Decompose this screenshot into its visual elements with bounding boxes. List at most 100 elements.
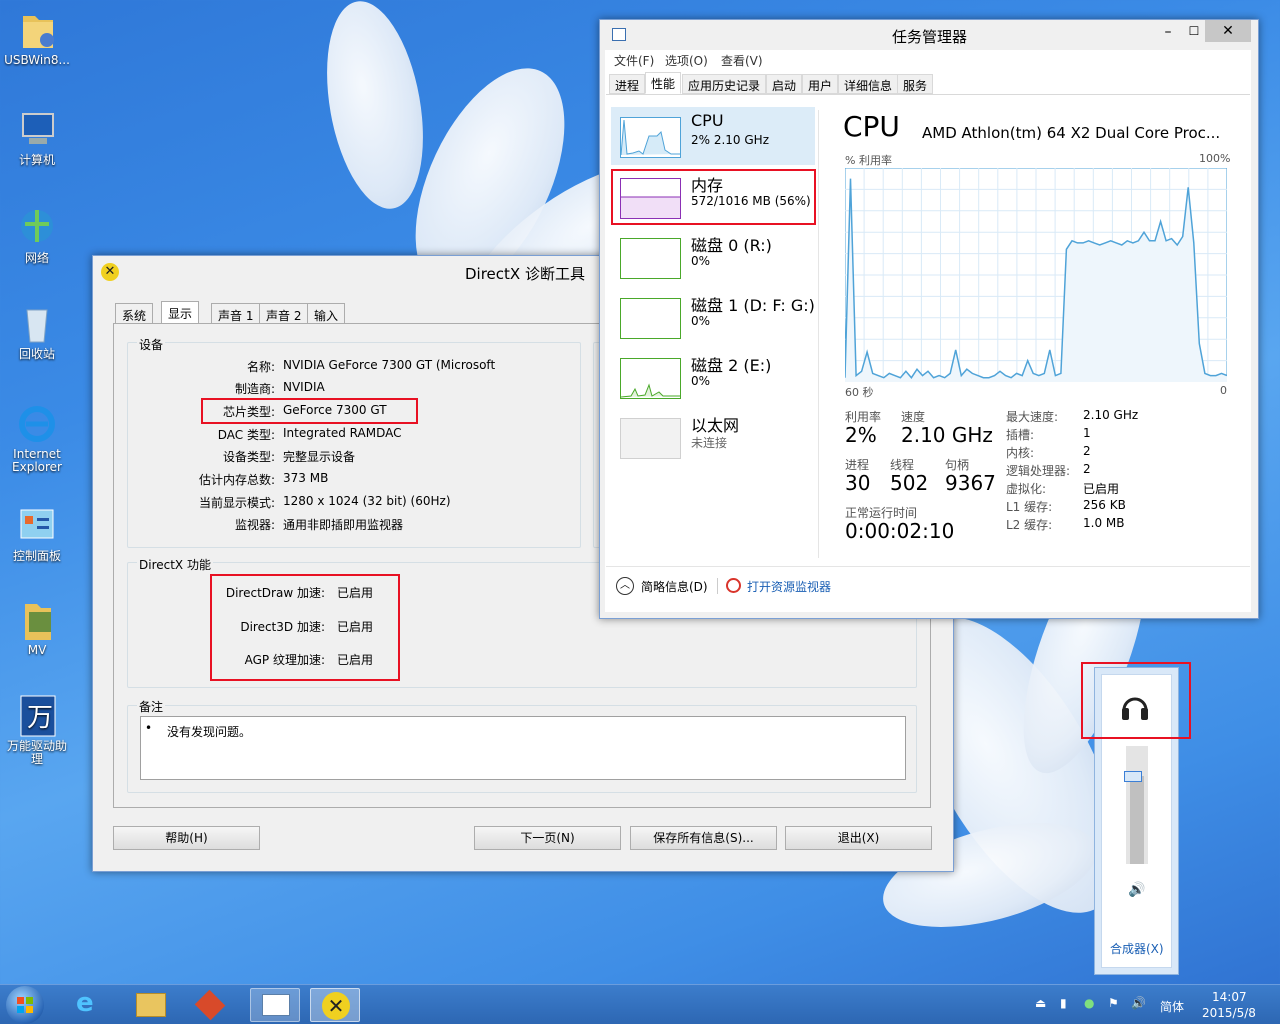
spec-value: 1 bbox=[1083, 426, 1091, 440]
row-value: 373 MB bbox=[283, 471, 329, 485]
graph-ylabel: % 利用率 bbox=[845, 154, 892, 167]
notes-group-label: 备注 bbox=[137, 698, 166, 715]
tray-device-icon[interactable]: ▮ bbox=[1060, 996, 1067, 1010]
handles-value: 9367 bbox=[945, 471, 996, 495]
menu-options[interactable]: 选项(O) bbox=[665, 52, 708, 69]
spec-value: 256 KB bbox=[1083, 498, 1126, 512]
desktop-icon-network[interactable]: 网络 bbox=[4, 206, 70, 265]
folder-icon bbox=[17, 598, 57, 642]
directx-logo-icon: ✕ bbox=[101, 263, 119, 281]
internet-explorer-icon bbox=[17, 402, 57, 446]
tab-performance[interactable]: 性能 bbox=[645, 72, 682, 94]
ethernet-thumbnail bbox=[620, 418, 681, 459]
volume-slider-thumb[interactable] bbox=[1124, 770, 1142, 782]
computer-icon bbox=[17, 108, 57, 152]
tray-flag-icon[interactable]: ⚑ bbox=[1108, 996, 1119, 1010]
window-title: 任务管理器 bbox=[892, 28, 968, 46]
clock-time[interactable]: 14:07 bbox=[1212, 990, 1247, 1004]
speaker-icon[interactable]: 🔊 bbox=[1128, 882, 1145, 898]
tab-input[interactable]: 输入 bbox=[307, 303, 346, 323]
desktop-icon-recycle-bin[interactable]: 回收站 bbox=[4, 302, 70, 361]
clock-date[interactable]: 2015/5/8 bbox=[1202, 1006, 1256, 1020]
taskbar-app-button[interactable] bbox=[186, 988, 236, 1022]
sidebar-item-ethernet[interactable]: 以太网 未连接 bbox=[611, 408, 815, 466]
sidebar-item-disk-1[interactable]: 磁盘 1 (D: F: G:) 0% bbox=[611, 288, 815, 346]
desktop-icon-driver-assistant[interactable]: 万 万能驱动助理 bbox=[4, 694, 70, 766]
cpu-heading: CPU bbox=[843, 110, 900, 143]
tab-display[interactable]: 显示 bbox=[161, 301, 200, 323]
desktop-icon-usbwin8[interactable]: USBWin8... bbox=[4, 8, 70, 67]
desktop-icon-computer[interactable]: 计算机 bbox=[4, 108, 70, 167]
maximize-icon[interactable]: ☐ bbox=[1184, 24, 1204, 38]
spec-label: L2 缓存: bbox=[1006, 518, 1053, 532]
directx-logo-icon: ✕ bbox=[322, 992, 350, 1020]
driver-assistant-icon: 万 bbox=[17, 694, 57, 738]
cpu-usage-graph bbox=[845, 168, 1227, 382]
sidebar-item-disk-2[interactable]: 磁盘 2 (E:) 0% bbox=[611, 348, 815, 406]
speed-value: 2.10 GHz bbox=[901, 423, 993, 447]
pane-divider bbox=[818, 110, 819, 558]
window-title: DirectX 诊断工具 bbox=[465, 265, 585, 283]
tab-details[interactable]: 详细信息 bbox=[838, 74, 899, 94]
input-language[interactable]: 简体 bbox=[1160, 998, 1184, 1015]
row-value: NVIDIA bbox=[283, 380, 325, 394]
sidebar-item-cpu[interactable]: CPU 2% 2.10 GHz bbox=[611, 107, 815, 165]
tray-usb-icon[interactable]: ⏏ bbox=[1035, 996, 1046, 1010]
tab-users[interactable]: 用户 bbox=[802, 74, 839, 94]
row-label: 制造商: bbox=[234, 382, 275, 396]
row-label: 当前显示模式: bbox=[198, 496, 275, 510]
tab-sound-1[interactable]: 声音 1 bbox=[211, 303, 261, 323]
desktop-icon-label: 控制面板 bbox=[12, 549, 61, 563]
desktop-icon-ie[interactable]: Internet Explorer bbox=[4, 402, 70, 474]
tab-app-history[interactable]: 应用历史记录 bbox=[682, 74, 767, 94]
menu-file[interactable]: 文件(F) bbox=[614, 52, 654, 69]
sidebar-label: 磁盘 1 (D: F: G:) bbox=[691, 296, 815, 315]
recycle-bin-icon bbox=[17, 302, 57, 346]
taskbar-task-manager-button[interactable] bbox=[250, 988, 300, 1022]
sidebar-item-disk-0[interactable]: 磁盘 0 (R:) 0% bbox=[611, 228, 815, 286]
row-value: 完整显示设备 bbox=[283, 450, 356, 464]
task-manager-icon bbox=[262, 994, 290, 1016]
highlight-box-memory bbox=[611, 169, 816, 225]
windows-logo-icon bbox=[17, 997, 33, 1013]
cpu-thumbnail-chart bbox=[620, 119, 680, 156]
tray-security-icon[interactable]: ● bbox=[1084, 996, 1094, 1010]
mixer-link[interactable]: 合成器(X) bbox=[1110, 940, 1164, 957]
exit-button[interactable]: 退出(X) bbox=[785, 826, 932, 850]
next-page-button[interactable]: 下一页(N) bbox=[474, 826, 621, 850]
spec-label: 最大速度: bbox=[1006, 410, 1059, 424]
uptime-value: 0:00:02:10 bbox=[845, 519, 955, 543]
fewer-details-label: 简略信息(D) bbox=[641, 580, 708, 594]
spec-value: 1.0 MB bbox=[1083, 516, 1125, 530]
save-all-info-button[interactable]: 保存所有信息(S)... bbox=[630, 826, 777, 850]
sidebar-value: 未连接 bbox=[691, 436, 728, 450]
taskbar-explorer-button[interactable] bbox=[126, 988, 176, 1022]
taskbar-directx-button[interactable]: ✕ bbox=[310, 988, 360, 1022]
tray-volume-icon[interactable]: 🔊 bbox=[1131, 996, 1146, 1010]
tab-system[interactable]: 系统 bbox=[115, 303, 154, 323]
tab-sound-2[interactable]: 声音 2 bbox=[259, 303, 309, 323]
notes-textbox[interactable]: • 没有发现问题。 bbox=[140, 716, 906, 780]
taskbar-ie-button[interactable]: e bbox=[66, 988, 116, 1022]
tab-services[interactable]: 服务 bbox=[897, 74, 934, 94]
row-value: NVIDIA GeForce 7300 GT (Microsoft bbox=[283, 358, 496, 372]
row-label: 设备类型: bbox=[222, 450, 275, 464]
start-button[interactable] bbox=[6, 986, 44, 1024]
desktop-icon-control-panel[interactable]: 控制面板 bbox=[4, 504, 70, 563]
task-manager-titlebar[interactable]: 任务管理器 – ☐ ✕ bbox=[600, 20, 1258, 50]
menu-view[interactable]: 查看(V) bbox=[721, 52, 763, 69]
tab-startup[interactable]: 启动 bbox=[766, 74, 803, 94]
util-value: 2% bbox=[845, 423, 877, 447]
help-button[interactable]: 帮助(H) bbox=[113, 826, 260, 850]
file-explorer-icon bbox=[136, 993, 166, 1017]
spec-value: 2 bbox=[1083, 444, 1091, 458]
spec-label: L1 缓存: bbox=[1006, 500, 1053, 514]
device-group-label: 设备 bbox=[137, 336, 166, 353]
tab-processes[interactable]: 进程 bbox=[609, 74, 646, 94]
desktop-icon-mv[interactable]: MV bbox=[4, 598, 70, 657]
volume-slider[interactable] bbox=[1124, 746, 1148, 864]
disk-thumbnail-chart bbox=[620, 383, 680, 398]
minimize-icon[interactable]: – bbox=[1158, 24, 1178, 40]
close-icon[interactable]: ✕ bbox=[1205, 20, 1251, 42]
desktop-icon-label: 回收站 bbox=[18, 347, 55, 361]
